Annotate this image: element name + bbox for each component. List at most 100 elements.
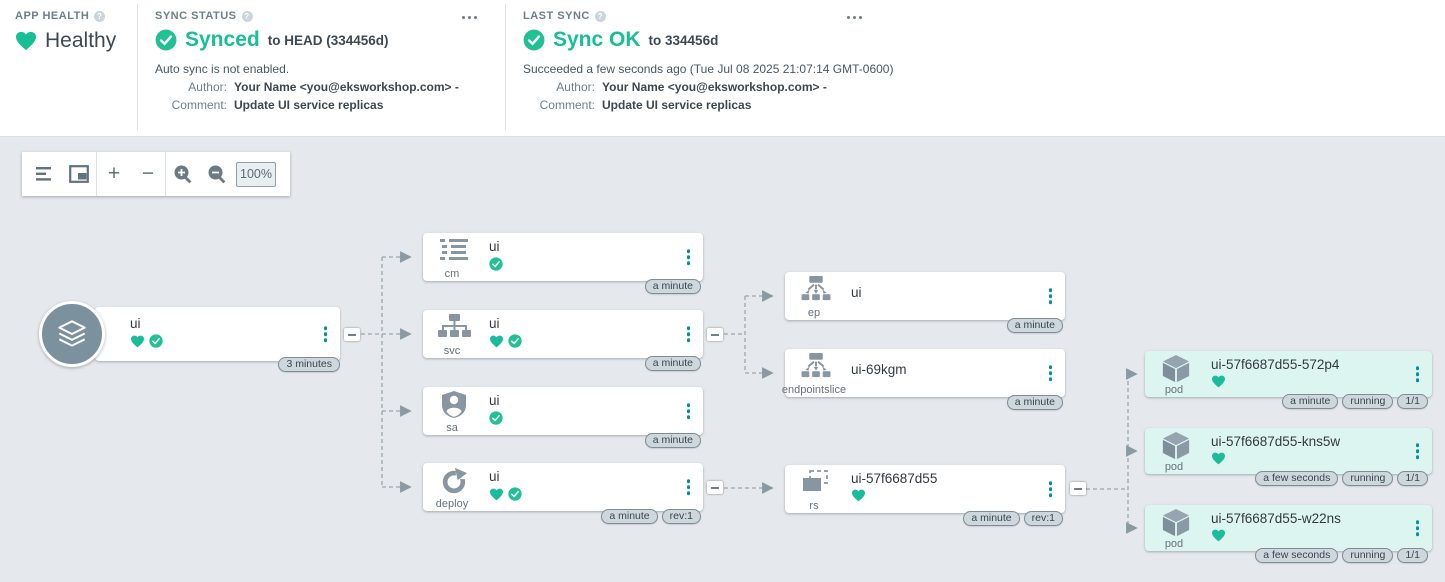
collapse-children-button[interactable]: [707, 328, 723, 341]
node-pod-ui-57f6687d55-w22ns[interactable]: pod ui-57f6687d55-w22ns a few seconds ru…: [1145, 505, 1432, 551]
kind-label: ep: [755, 307, 873, 319]
magnify-in-button[interactable]: [166, 152, 200, 196]
sync-status-label-text: SYNC STATUS: [155, 10, 237, 22]
sync-revision[interactable]: to HEAD (334456d): [268, 33, 389, 48]
zoom-in-button[interactable]: +: [97, 152, 131, 196]
last-sync-detail: Succeeded a few seconds ago (Tue Jul 08 …: [523, 62, 893, 76]
serviceaccount-icon: [425, 391, 483, 418]
help-icon[interactable]: ?: [94, 11, 105, 22]
minus-icon: −: [142, 162, 154, 186]
synced-check-icon: [149, 334, 163, 348]
collapse-children-button[interactable]: [707, 481, 723, 494]
node-content: ui: [489, 239, 503, 271]
node-deployment-ui[interactable]: deploy ui a minute rev:1: [423, 463, 703, 511]
node-content: ui-57f6687d55: [851, 471, 937, 502]
node-menu-icon[interactable]: [1413, 517, 1423, 539]
resource-name: ui-57f6687d55-w22ns: [1211, 511, 1341, 526]
node-menu-icon[interactable]: [321, 323, 331, 345]
resource-name: ui: [489, 393, 503, 408]
help-icon[interactable]: ?: [242, 11, 253, 22]
node-serviceaccount-ui[interactable]: sa ui a minute: [423, 387, 703, 435]
node-menu-icon[interactable]: [1413, 440, 1423, 462]
zoom-out-button[interactable]: −: [131, 152, 165, 196]
healthy-heart-icon: [1211, 529, 1226, 542]
last-sync-revision[interactable]: to 334456d: [649, 33, 719, 48]
healthy-heart-icon: [1211, 452, 1226, 465]
node-content: ui: [851, 285, 862, 300]
header-divider: [137, 4, 138, 130]
resource-name: ui: [130, 316, 163, 331]
group-nodes-button[interactable]: [28, 152, 62, 196]
node-menu-icon[interactable]: [1413, 363, 1423, 385]
app-health-label-text: APP HEALTH: [15, 10, 89, 22]
age-badge: 3 minutes: [278, 357, 340, 372]
pod-icon: [1147, 354, 1205, 384]
node-menu-icon[interactable]: [684, 400, 694, 422]
deployment-icon: [425, 467, 483, 495]
sync-status-menu-icon[interactable]: [458, 12, 481, 23]
node-pod-ui-57f6687d55-572p4[interactable]: pod ui-57f6687d55-572p4 a minute running…: [1145, 351, 1432, 397]
sync-status-row: Synced to HEAD (334456d): [155, 28, 459, 52]
synced-check-icon: [508, 487, 522, 501]
node-configmap-ui[interactable]: cm ui a minute: [423, 233, 703, 281]
revision-badge: rev:1: [1024, 511, 1063, 526]
comment-row: Comment: Update UI service replicas: [523, 98, 893, 112]
help-icon[interactable]: ?: [595, 11, 606, 22]
node-replicaset-ui-57f6687d55[interactable]: rs ui-57f6687d55 a minute rev:1: [785, 465, 1065, 513]
fit-view-button[interactable]: [62, 152, 96, 196]
pod-icon: [1147, 508, 1205, 538]
author-row: Author: Your Name <you@eksworkshop.com> …: [155, 80, 459, 94]
age-badge: a minute: [601, 509, 657, 524]
magnifier-plus-icon: [173, 164, 194, 185]
ready-badge: 1/1: [1397, 548, 1428, 563]
healthy-heart-icon: [489, 335, 504, 348]
age-badge: a few seconds: [1255, 548, 1338, 563]
magnifier-minus-icon: [207, 164, 228, 185]
node-menu-icon[interactable]: [1046, 478, 1056, 500]
comment-label: Comment:: [523, 98, 595, 112]
resource-name: ui-57f6687d55-572p4: [1211, 357, 1339, 372]
sync-status-panel: SYNC STATUS ? Synced to HEAD (334456d) A…: [155, 10, 459, 112]
heart-icon: [15, 31, 37, 51]
collapse-children-button[interactable]: [1070, 482, 1086, 495]
synced-check-icon: [489, 257, 503, 271]
node-application-ui[interactable]: ui 3 minutes: [95, 307, 340, 361]
node-content: ui: [489, 393, 503, 425]
revision-badge: rev:1: [662, 509, 701, 524]
argocd-app-view: APP HEALTH ? Healthy SYNC STATUS ? Synce…: [0, 0, 1445, 582]
application-avatar[interactable]: [39, 301, 105, 367]
last-sync-menu-icon[interactable]: [843, 12, 866, 23]
node-endpointslice-ui-69kgm[interactable]: endpointslice ui-69kgm a minute: [785, 349, 1065, 397]
zoom-level-input[interactable]: [236, 162, 276, 187]
graph-toolbar: + −: [22, 152, 290, 196]
healthy-heart-icon: [1211, 375, 1226, 388]
node-menu-icon[interactable]: [1046, 285, 1056, 307]
resource-name: ui-57f6687d55: [851, 471, 937, 486]
service-icon: [425, 314, 483, 339]
pod-icon: [1147, 431, 1205, 461]
synced-check-icon: [489, 411, 503, 425]
node-service-ui[interactable]: svc ui a minute: [423, 310, 703, 358]
node-content: ui: [130, 316, 163, 348]
node-endpoints-ui[interactable]: ep ui a minute: [785, 272, 1065, 320]
node-menu-icon[interactable]: [684, 246, 694, 268]
resource-name: ui: [851, 285, 862, 300]
plus-icon: +: [108, 162, 120, 186]
last-sync-value[interactable]: Sync OK: [553, 28, 641, 52]
age-badge: a minute: [963, 511, 1019, 526]
sync-status-value[interactable]: Synced: [185, 28, 260, 52]
node-pod-ui-57f6687d55-kns5w[interactable]: pod ui-57f6687d55-kns5w a few seconds ru…: [1145, 428, 1432, 474]
auto-sync-note: Auto sync is not enabled.: [155, 62, 459, 76]
ready-badge: 1/1: [1397, 471, 1428, 486]
app-status-header: APP HEALTH ? Healthy SYNC STATUS ? Synce…: [0, 0, 1445, 137]
collapse-children-button[interactable]: [344, 328, 360, 341]
comment-value: Update UI service replicas: [602, 98, 751, 112]
node-menu-icon[interactable]: [1046, 362, 1056, 384]
node-menu-icon[interactable]: [684, 476, 694, 498]
last-sync-label: LAST SYNC ?: [523, 10, 893, 22]
replicaset-icon: [787, 469, 845, 495]
sync-ok-check-icon: [523, 29, 545, 51]
magnify-out-button[interactable]: [200, 152, 234, 196]
endpointslice-icon: [787, 353, 845, 379]
node-menu-icon[interactable]: [684, 323, 694, 345]
